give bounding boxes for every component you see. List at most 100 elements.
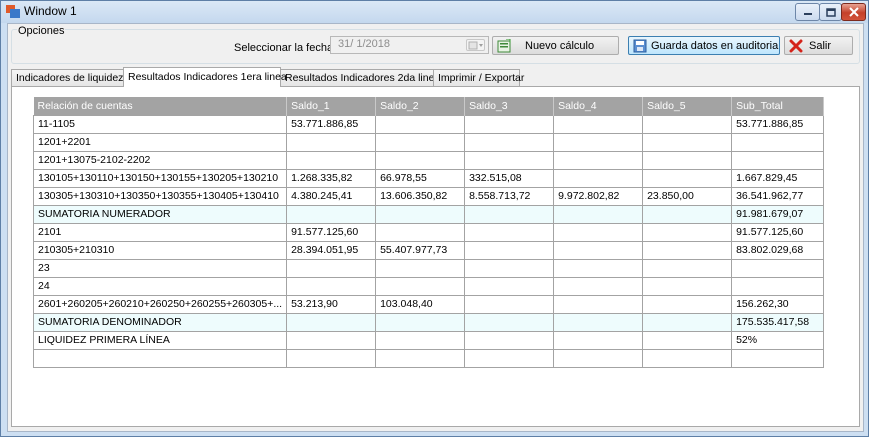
- table-cell[interactable]: 103.048,40: [375, 294, 466, 314]
- table-cell[interactable]: [375, 204, 466, 224]
- table-cell[interactable]: SUMATORIA NUMERADOR: [32, 204, 288, 224]
- table-cell[interactable]: [553, 348, 644, 368]
- table-cell[interactable]: [642, 222, 733, 242]
- table-cell[interactable]: [642, 258, 733, 278]
- table-cell[interactable]: 24: [32, 276, 288, 296]
- column-header[interactable]: Saldo_3: [464, 97, 555, 115]
- table-row[interactable]: 24: [32, 276, 825, 296]
- table-cell[interactable]: [286, 150, 377, 170]
- table-cell[interactable]: 9.972.802,82: [553, 186, 644, 206]
- table-cell[interactable]: 91.577.125,60: [286, 222, 377, 242]
- new-calculation-button[interactable]: Nuevo cálculo: [492, 36, 619, 55]
- save-audit-button[interactable]: Guarda datos en auditoria: [628, 36, 780, 55]
- table-cell[interactable]: 53.213,90: [286, 294, 377, 314]
- table-cell[interactable]: [642, 276, 733, 296]
- table-cell[interactable]: 1.667.829,45: [731, 168, 825, 188]
- table-cell[interactable]: [464, 348, 555, 368]
- table-row[interactable]: 1201+13075-2102-2202: [32, 150, 825, 170]
- table-cell[interactable]: 1201+13075-2102-2202: [32, 150, 288, 170]
- table-row[interactable]: LIQUIDEZ PRIMERA LÍNEA 52%: [32, 330, 825, 350]
- table-row[interactable]: SUMATORIA DENOMINADOR 175.535.417,58: [32, 312, 825, 332]
- table-cell[interactable]: SUMATORIA DENOMINADOR: [32, 312, 288, 332]
- table-cell[interactable]: 332.515,08: [464, 168, 555, 188]
- table-cell[interactable]: [286, 258, 377, 278]
- calendar-dropdown-button[interactable]: [466, 39, 485, 51]
- tab-resultados-1era-linea[interactable]: Resultados Indicadores 1era linea: [123, 67, 287, 87]
- table-row[interactable]: 2601+260205+260210+260250+260255+260305+…: [32, 294, 825, 314]
- column-header[interactable]: Relación de cuentas: [33, 97, 288, 115]
- table-cell[interactable]: [553, 132, 644, 152]
- table-cell[interactable]: [464, 222, 555, 242]
- table-cell[interactable]: 55.407.977,73: [375, 240, 466, 260]
- tab-imprimir-exportar[interactable]: Imprimir / Exportar: [433, 69, 524, 86]
- table-row[interactable]: 210305+210310 28.394.051,95 55.407.977,73 8…: [32, 240, 825, 260]
- table-cell[interactable]: [464, 276, 555, 296]
- title-bar[interactable]: Window 1: [1, 1, 868, 23]
- table-cell[interactable]: [642, 114, 733, 134]
- results-grid[interactable]: Relación de cuentas Saldo_1 Saldo_2 Saldo_3…: [32, 97, 825, 368]
- table-cell[interactable]: [642, 168, 733, 188]
- table-cell[interactable]: 28.394.051,95: [286, 240, 377, 260]
- table-cell[interactable]: 83.802.029,68: [731, 240, 825, 260]
- table-cell[interactable]: [464, 114, 555, 134]
- table-cell[interactable]: 91.981.679,07: [731, 204, 825, 224]
- table-cell[interactable]: 36.541.962,77: [731, 186, 825, 206]
- table-cell[interactable]: [286, 132, 377, 152]
- table-cell[interactable]: [642, 312, 733, 332]
- table-row[interactable]: 130305+130310+130350+130355+130405+13041…: [32, 186, 825, 206]
- table-cell[interactable]: [553, 240, 644, 260]
- table-cell[interactable]: [464, 312, 555, 332]
- table-cell[interactable]: [553, 114, 644, 134]
- table-cell[interactable]: [553, 168, 644, 188]
- column-header[interactable]: Saldo_5: [642, 97, 733, 115]
- table-cell[interactable]: 1.268.335,82: [286, 168, 377, 188]
- minimize-button[interactable]: [795, 3, 820, 21]
- table-cell[interactable]: [553, 276, 644, 296]
- table-cell[interactable]: [642, 294, 733, 314]
- table-row[interactable]: 1201+2201: [32, 132, 825, 152]
- table-cell[interactable]: [286, 330, 377, 350]
- table-cell[interactable]: [464, 204, 555, 224]
- table-cell[interactable]: 23: [32, 258, 288, 278]
- table-cell[interactable]: [286, 204, 377, 224]
- table-cell[interactable]: 210305+210310: [32, 240, 288, 260]
- table-cell[interactable]: 53.771.886,85: [731, 114, 825, 134]
- column-header[interactable]: Saldo_4: [553, 97, 644, 115]
- table-cell[interactable]: [642, 204, 733, 224]
- table-cell[interactable]: [375, 222, 466, 242]
- table-row[interactable]: 2101 91.577.125,60 91.577.125,60: [32, 222, 825, 242]
- table-cell[interactable]: [286, 276, 377, 296]
- table-row[interactable]: 130105+130110+130150+130155+130205+13021…: [32, 168, 825, 188]
- table-cell[interactable]: [375, 330, 466, 350]
- date-picker[interactable]: 31/ 1/2018: [330, 36, 489, 54]
- table-cell[interactable]: [286, 312, 377, 332]
- table-cell[interactable]: 23.850,00: [642, 186, 733, 206]
- table-cell[interactable]: [553, 330, 644, 350]
- table-row[interactable]: 11-1105 53.771.886,85 53.771.886,85: [32, 114, 825, 134]
- tab-indicadores-liquidez[interactable]: Indicadores de liquidez: [11, 69, 124, 86]
- table-cell[interactable]: [642, 348, 733, 368]
- table-cell[interactable]: [731, 276, 825, 296]
- table-cell[interactable]: [464, 294, 555, 314]
- table-cell[interactable]: 2601+260205+260210+260250+260255+260305+…: [32, 294, 288, 314]
- table-cell[interactable]: [642, 132, 733, 152]
- table-cell[interactable]: [553, 258, 644, 278]
- column-header[interactable]: Sub_Total: [731, 97, 825, 115]
- table-cell[interactable]: [731, 132, 825, 152]
- exit-button[interactable]: Salir: [784, 36, 853, 55]
- table-cell[interactable]: 4.380.245,41: [286, 186, 377, 206]
- table-cell[interactable]: [464, 132, 555, 152]
- maximize-button[interactable]: [819, 3, 842, 21]
- table-cell[interactable]: 130105+130110+130150+130155+130205+13021…: [32, 168, 288, 188]
- table-cell[interactable]: 2101: [32, 222, 288, 242]
- table-cell[interactable]: [375, 276, 466, 296]
- table-cell[interactable]: [375, 348, 466, 368]
- column-header[interactable]: Saldo_1: [286, 97, 377, 115]
- table-cell[interactable]: LIQUIDEZ PRIMERA LÍNEA: [32, 330, 288, 350]
- table-cell[interactable]: 52%: [731, 330, 825, 350]
- table-cell[interactable]: [286, 348, 377, 368]
- table-cell[interactable]: [464, 330, 555, 350]
- table-cell[interactable]: [731, 348, 825, 368]
- table-row[interactable]: SUMATORIA NUMERADOR 91.981.679,07: [32, 204, 825, 224]
- table-cell[interactable]: [553, 204, 644, 224]
